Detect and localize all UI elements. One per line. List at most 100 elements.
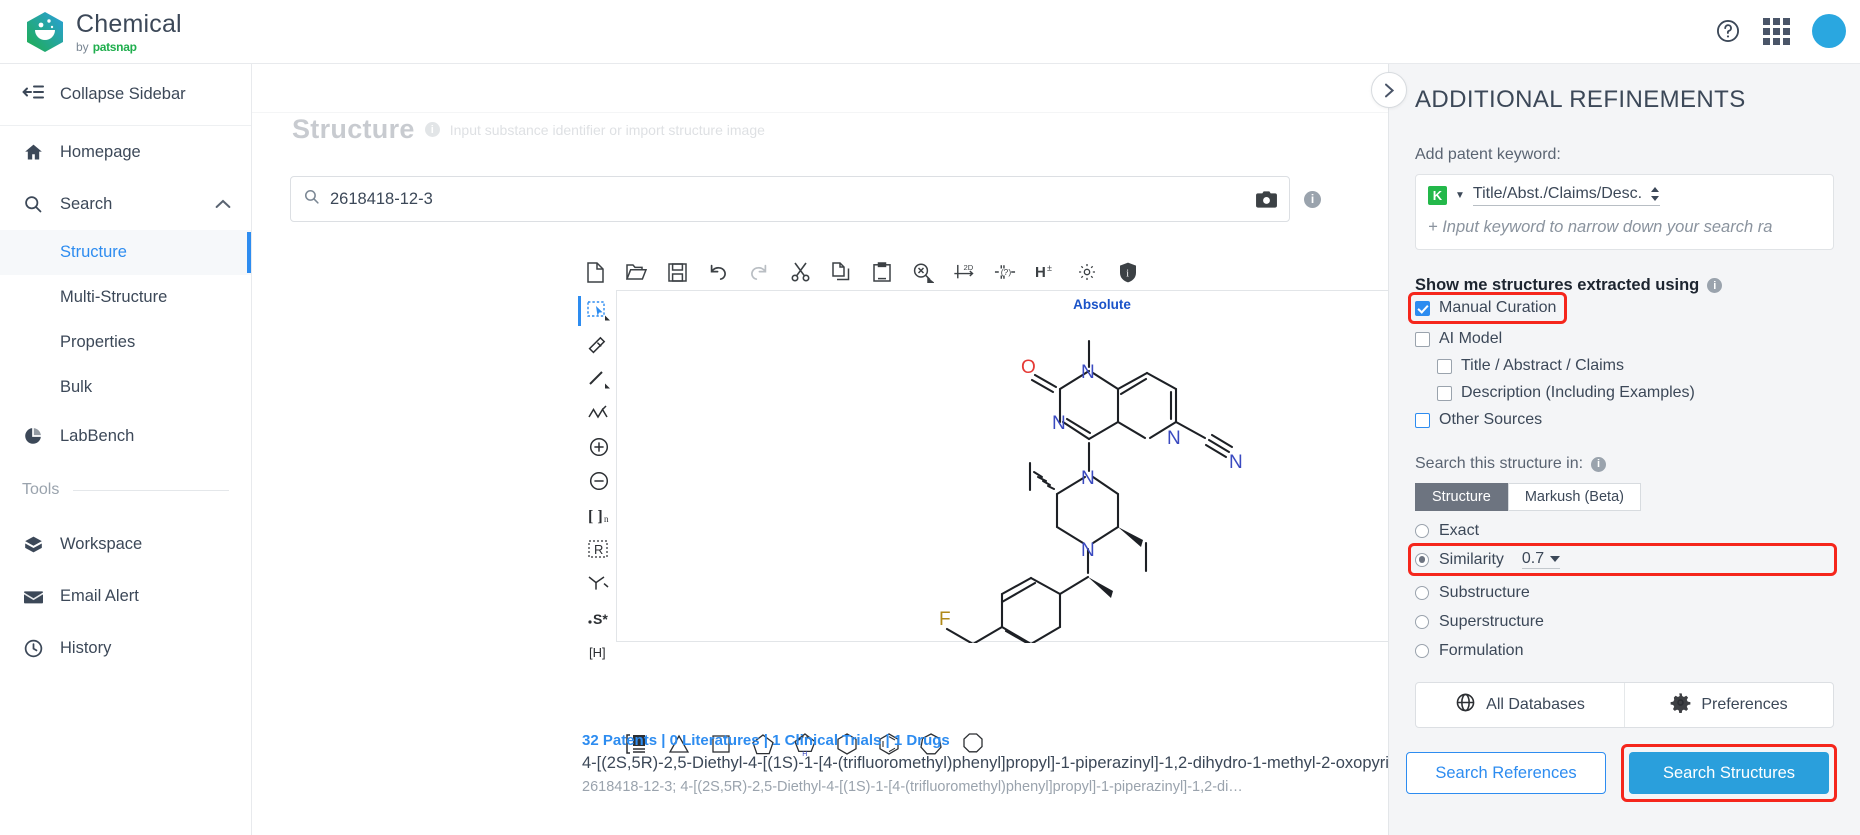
undo-icon[interactable] <box>707 261 729 283</box>
similarity-threshold-value: 0.7 <box>1521 550 1545 567</box>
info-icon[interactable]: i <box>424 122 440 137</box>
sidebar-item-label: Homepage <box>60 142 141 161</box>
help-circle-icon[interactable] <box>1715 18 1741 44</box>
info-icon[interactable]: i <box>1707 278 1723 293</box>
svg-text:R: R <box>594 542 603 557</box>
brand-name: Chemical <box>76 9 182 38</box>
similarity-threshold-select[interactable]: 0.7 <box>1521 550 1561 569</box>
sidebar-item-labbench[interactable]: LabBench <box>0 410 251 462</box>
svg-text:H: H <box>1035 264 1046 281</box>
sidebar-item-structure[interactable]: Structure <box>0 230 251 275</box>
top-bar-actions <box>1715 14 1846 48</box>
avatar[interactable] <box>1812 14 1846 48</box>
paste-icon[interactable] <box>871 261 893 283</box>
stereo-tool[interactable]: S* <box>582 600 616 634</box>
svg-text:F: F <box>939 609 951 630</box>
extraction-section-title: Show me structures extracted using i <box>1415 276 1834 295</box>
search-box[interactable] <box>290 176 1290 222</box>
chevron-down-icon[interactable]: ▼ <box>1455 190 1465 201</box>
all-databases-button[interactable]: All Databases <box>1416 683 1624 727</box>
svg-text:N: N <box>1081 540 1095 561</box>
r-group-tool[interactable]: R <box>582 532 616 566</box>
checkbox-description-including-examples[interactable]: Description (Including Examples) <box>1415 384 1834 402</box>
chain-tool[interactable] <box>582 396 616 430</box>
attachment-point-tool[interactable] <box>582 566 616 600</box>
radio-similarity[interactable]: Similarity 0.7 <box>1415 550 1561 569</box>
page-title: Structure <box>292 114 415 144</box>
brand-by: by <box>76 39 89 54</box>
search-structures-button[interactable]: Search Structures <box>1629 752 1829 794</box>
preferences-label: Preferences <box>1701 696 1788 713</box>
search-info-icon[interactable]: i <box>1304 190 1321 208</box>
save-icon[interactable] <box>666 261 688 283</box>
svg-text:±: ± <box>1047 263 1052 273</box>
keyword-input-box[interactable]: K ▼ Title/Abst./Claims/Desc. + Input key… <box>1415 174 1834 250</box>
sidebar-item-email-alert[interactable]: Email Alert <box>0 570 251 622</box>
charge-plus-tool[interactable] <box>582 430 616 464</box>
checkbox-box <box>1415 331 1430 347</box>
checkbox-other-sources[interactable]: Other Sources <box>1415 411 1834 429</box>
radio-superstructure[interactable]: Superstructure <box>1415 613 1834 631</box>
charge-minus-tool[interactable] <box>582 464 616 498</box>
radio-formulation[interactable]: Formulation <box>1415 642 1834 660</box>
radio-exact[interactable]: Exact <box>1415 522 1834 540</box>
hydrogen-toggle-icon[interactable]: H ± <box>1035 261 1057 283</box>
grid-apps-icon[interactable] <box>1763 17 1790 45</box>
checkbox-manual-curation[interactable]: Manual Curation <box>1415 299 1556 317</box>
layout-2d-icon[interactable]: 2D <box>953 261 975 283</box>
sidebar-item-label: Search <box>60 194 113 213</box>
search-input[interactable] <box>330 189 1245 209</box>
open-folder-icon[interactable] <box>625 261 647 283</box>
explicit-h-tool[interactable]: [H] <box>582 634 616 668</box>
chevron-up-icon[interactable] <box>215 195 231 214</box>
settings-gear-icon[interactable] <box>1076 261 1098 283</box>
zoom-select-icon[interactable] <box>912 261 934 283</box>
radio-box <box>1415 524 1429 538</box>
search-references-button[interactable]: Search References <box>1406 752 1606 794</box>
new-file-icon[interactable] <box>584 261 606 283</box>
checkbox-ai-model[interactable]: AI Model <box>1415 330 1834 348</box>
svg-text:i: i <box>1126 268 1129 279</box>
search-structures-highlight: Search Structures <box>1621 744 1837 802</box>
cut-scissors-icon[interactable] <box>789 261 811 283</box>
manual-curation-highlight: Manual Curation <box>1407 292 1568 324</box>
collapse-sidebar-button[interactable]: Collapse Sidebar <box>0 64 251 126</box>
copy-icon[interactable] <box>830 261 852 283</box>
camera-icon[interactable] <box>1255 190 1277 208</box>
sidebar-item-homepage[interactable]: Homepage <box>0 126 251 178</box>
single-bond-tool[interactable] <box>582 362 616 396</box>
svg-text:S*: S* <box>593 611 608 627</box>
lasso-select-tool[interactable] <box>578 294 616 328</box>
segment-structure[interactable]: Structure <box>1415 483 1508 511</box>
checkbox-label: Description (Including Examples) <box>1461 384 1695 401</box>
sidebar-item-workspace[interactable]: Workspace <box>0 518 251 570</box>
radio-label: Similarity <box>1439 550 1504 568</box>
segment-markush-beta[interactable]: Markush (Beta) <box>1507 483 1641 511</box>
collapse-sidebar-icon <box>22 83 44 106</box>
redo-icon[interactable] <box>748 261 770 283</box>
keyword-scope-value: Title/Abst./Claims/Desc. <box>1472 185 1643 202</box>
bracket-repeat-tool[interactable]: [ ] n <box>582 498 616 532</box>
info-icon[interactable]: i <box>1591 456 1607 472</box>
sidebar-item-search[interactable]: Search <box>0 178 251 230</box>
sidebar-item-history[interactable]: History <box>0 622 251 674</box>
search-scope-segmented: Structure Markush (Beta) <box>1415 483 1834 511</box>
checkbox-title-abstract-claims[interactable]: Title / Abstract / Claims <box>1415 357 1834 375</box>
keyword-scope-select[interactable]: Title/Abst./Claims/Desc. <box>1472 185 1661 206</box>
panel-title: ADDITIONAL REFINEMENTS <box>1415 86 1746 113</box>
query-bond-icon[interactable]: (?) <box>994 261 1016 283</box>
svg-text:N: N <box>1052 413 1066 434</box>
sidebar-item-bulk[interactable]: Bulk <box>0 365 251 410</box>
checkbox-label: Title / Abstract / Claims <box>1461 357 1624 374</box>
sidebar-item-properties[interactable]: Properties <box>0 320 251 365</box>
info-badge-icon[interactable]: i <box>1117 261 1139 283</box>
preferences-button[interactable]: Preferences <box>1624 683 1833 727</box>
brand-logo[interactable]: Chemical by patsnap <box>24 10 182 54</box>
radio-substructure[interactable]: Substructure <box>1415 584 1834 602</box>
mail-icon <box>22 587 44 606</box>
eraser-tool[interactable] <box>582 328 616 362</box>
sidebar-item-multi-structure[interactable]: Multi-Structure <box>0 275 251 320</box>
sidebar-item-label: LabBench <box>60 426 135 445</box>
chevron-right-icon[interactable] <box>1371 72 1407 108</box>
search-row: i <box>290 176 1321 222</box>
